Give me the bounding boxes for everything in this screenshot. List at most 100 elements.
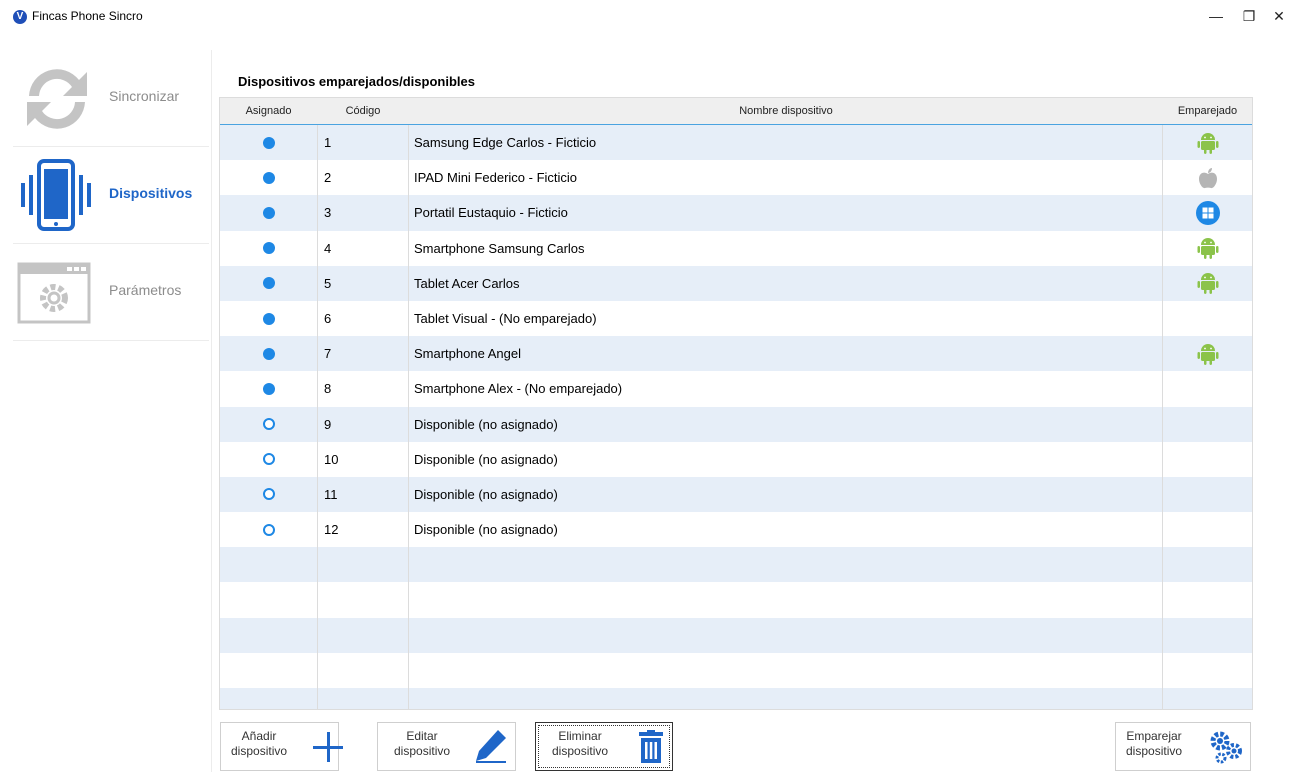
code-cell: [317, 547, 409, 583]
sidebar-item-sincronizar[interactable]: Sincronizar: [13, 50, 209, 147]
paired-cell: [1163, 407, 1252, 442]
device-name-cell: [409, 582, 1163, 618]
assigned-cell: [220, 688, 318, 709]
paired-cell: [1163, 688, 1252, 709]
table-row[interactable]: [220, 652, 1252, 688]
table-row[interactable]: 10 Disponible (no asignado): [220, 441, 1252, 477]
title-bar: V Fincas Phone Sincro — ❐ ✕: [0, 0, 1290, 32]
delete-device-button[interactable]: Eliminar dispositivo: [535, 722, 673, 771]
paired-cell: [1163, 125, 1252, 160]
device-name-cell: [409, 617, 1163, 653]
table-row[interactable]: 2 IPAD Mini Federico - Ficticio: [220, 160, 1252, 196]
paired-cell: [1163, 442, 1252, 477]
android-icon: [1197, 342, 1219, 366]
assigned-dot-icon: [262, 242, 275, 255]
window-title: Fincas Phone Sincro: [32, 9, 143, 23]
gears-icon: [1210, 731, 1242, 764]
android-icon: [1197, 236, 1219, 260]
table-row[interactable]: 4 Smartphone Samsung Carlos: [220, 230, 1252, 266]
add-device-label: Añadir dispositivo: [231, 729, 288, 758]
pair-device-button[interactable]: Emparejar dispositivo: [1115, 722, 1251, 771]
assigned-dot-icon: [262, 277, 275, 290]
add-device-button[interactable]: Añadir dispositivo: [220, 722, 343, 771]
phone-icon: [21, 159, 91, 231]
assigned-cell: [220, 160, 318, 196]
table-row[interactable]: [220, 547, 1252, 583]
device-name-cell: Smartphone Alex - (No emparejado): [409, 371, 1163, 407]
assigned-cell: [220, 125, 318, 161]
code-cell: 6: [317, 300, 409, 337]
assigned-cell: [220, 265, 318, 301]
device-name-cell: Tablet Visual - (No emparejado): [409, 300, 1163, 337]
assigned-cell: [220, 195, 318, 231]
close-button[interactable]: ✕: [1264, 6, 1290, 26]
code-cell: [317, 652, 409, 688]
minimize-button[interactable]: —: [1201, 6, 1231, 26]
paired-cell: [1163, 371, 1252, 406]
code-cell: 5: [317, 265, 409, 301]
edit-device-label: Editar dispositivo: [394, 729, 451, 758]
section-title: Dispositivos emparejados/disponibles: [238, 74, 475, 89]
paired-cell: [1163, 231, 1252, 266]
code-cell: [317, 582, 409, 618]
sidebar: Sincronizar Dispositivos Parámetros: [13, 50, 212, 772]
sidebar-item-dispositivos[interactable]: Dispositivos: [13, 147, 209, 244]
sidebar-item-label: Parámetros: [109, 282, 182, 298]
paired-cell: [1163, 266, 1252, 301]
delete-device-label: Eliminar dispositivo: [552, 729, 609, 758]
table-row[interactable]: 12 Disponible (no asignado): [220, 512, 1252, 548]
table-row[interactable]: 8 Smartphone Alex - (No emparejado): [220, 371, 1252, 407]
table-row[interactable]: 5 Tablet Acer Carlos: [220, 265, 1252, 301]
code-cell: 2: [317, 160, 409, 196]
pair-device-label: Emparejar dispositivo: [1126, 729, 1183, 758]
device-name-cell: Disponible (no asignado): [409, 512, 1163, 548]
assigned-dot-icon: [262, 312, 275, 325]
paired-cell: [1163, 160, 1252, 195]
trash-icon: [639, 730, 663, 763]
edit-device-button[interactable]: Editar dispositivo: [377, 722, 516, 771]
unassigned-dot-icon: [262, 523, 275, 536]
table-row[interactable]: 9 Disponible (no asignado): [220, 406, 1252, 442]
paired-cell: [1163, 195, 1252, 230]
device-name-cell: Disponible (no asignado): [409, 476, 1163, 513]
table-row[interactable]: 3 Portatil Eustaquio - Ficticio: [220, 195, 1252, 231]
assigned-cell: [220, 441, 318, 477]
code-cell: 12: [317, 512, 409, 548]
table-row[interactable]: 6 Tablet Visual - (No emparejado): [220, 300, 1252, 337]
table-row[interactable]: [220, 582, 1252, 618]
table-row[interactable]: 11 Disponible (no asignado): [220, 476, 1252, 513]
devices-table: Asignado Código Nombre dispositivo Empar…: [219, 97, 1253, 710]
android-icon: [1197, 131, 1219, 155]
column-header-name[interactable]: Nombre dispositivo: [409, 98, 1163, 124]
table-body: 1 Samsung Edge Carlos - Ficticio 2 IPAD Min…: [220, 125, 1252, 709]
assigned-cell: [220, 371, 318, 407]
column-header-code[interactable]: Código: [317, 98, 409, 124]
code-cell: 1: [317, 125, 409, 161]
assigned-dot-icon: [262, 171, 275, 184]
unassigned-dot-icon: [262, 488, 275, 501]
paired-cell: [1163, 512, 1252, 547]
paired-cell: [1163, 653, 1252, 688]
table-header: Asignado Código Nombre dispositivo Empar…: [220, 98, 1252, 125]
maximize-button[interactable]: ❐: [1234, 6, 1264, 26]
paired-cell: [1163, 477, 1252, 512]
table-row[interactable]: [220, 688, 1252, 709]
assigned-dot-icon: [262, 206, 275, 219]
column-header-paired[interactable]: Emparejado: [1163, 98, 1252, 124]
device-name-cell: [409, 652, 1163, 688]
device-name-cell: Disponible (no asignado): [409, 441, 1163, 477]
device-name-cell: Smartphone Samsung Carlos: [409, 230, 1163, 266]
assigned-cell: [220, 652, 318, 688]
device-name-cell: Disponible (no asignado): [409, 406, 1163, 442]
column-header-assigned[interactable]: Asignado: [220, 98, 317, 124]
paired-cell: [1163, 336, 1252, 371]
apple-icon: [1198, 167, 1218, 189]
sidebar-item-parametros[interactable]: Parámetros: [13, 244, 209, 341]
device-name-cell: Smartphone Angel: [409, 336, 1163, 372]
windows-icon: [1195, 200, 1220, 225]
assigned-dot-icon: [262, 382, 275, 395]
table-row[interactable]: 1 Samsung Edge Carlos - Ficticio: [220, 125, 1252, 161]
table-row[interactable]: 7 Smartphone Angel: [220, 336, 1252, 372]
code-cell: 4: [317, 230, 409, 266]
table-row[interactable]: [220, 617, 1252, 653]
